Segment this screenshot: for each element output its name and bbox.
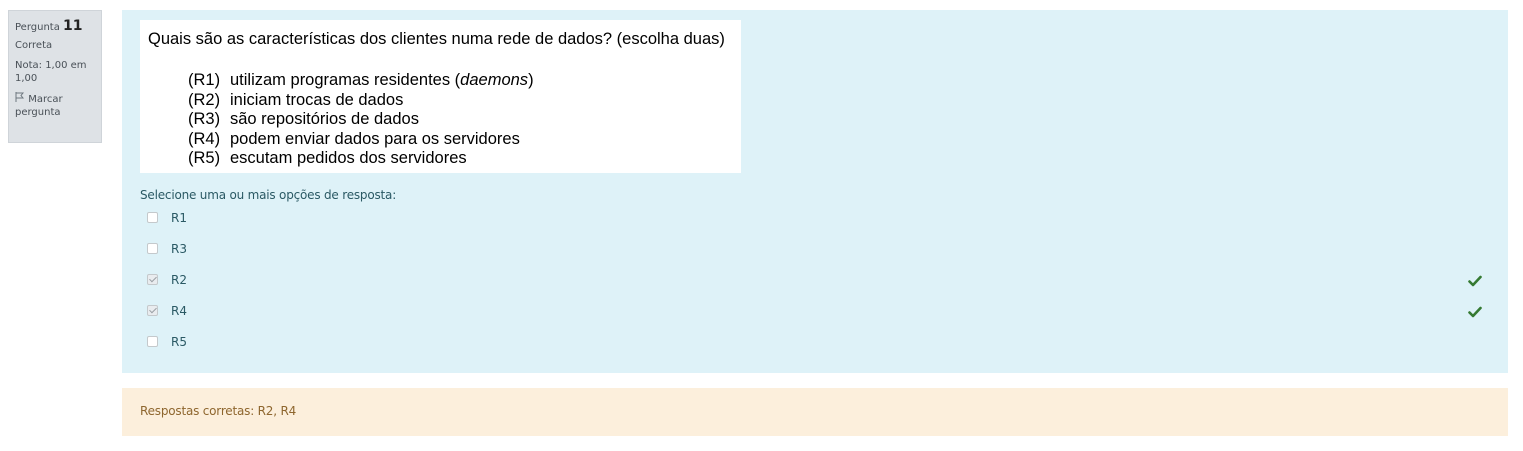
- flag-icon: [15, 92, 25, 106]
- question-info-panel: Pergunta 11 Correta Nota: 1,00 em 1,00 M…: [8, 10, 102, 143]
- question-number: 11: [63, 18, 83, 34]
- correct-check-icon: [1468, 303, 1482, 318]
- flag-question-link[interactable]: Marcar pergunta: [15, 92, 95, 119]
- question-state: Correta: [15, 40, 53, 52]
- question-option-text: iniciam trocas de dados: [230, 90, 404, 109]
- answer-checkbox[interactable]: [147, 243, 158, 254]
- question-option-code: (R1): [188, 71, 221, 89]
- question-options-list: (R1) utilizam programas residentes (daemo…: [188, 71, 534, 169]
- question-option: (R5) escutam pedidos dos servidores: [188, 149, 534, 169]
- question-text-image: Quais são as características dos cliente…: [140, 20, 741, 173]
- answer-checkbox[interactable]: [147, 212, 158, 223]
- question-option-text: são repositórios de dados: [230, 110, 419, 128]
- question-grade: Nota: 1,00 em 1,00: [15, 60, 87, 85]
- answer-checkbox[interactable]: [147, 336, 158, 347]
- question-option: (R3) são repositórios de dados: [188, 110, 534, 130]
- answer-prompt: Selecione uma ou mais opções de resposta…: [140, 188, 397, 202]
- question-option: (R1) utilizam programas residentes (daemo…: [188, 71, 534, 91]
- answer-label: R5: [171, 335, 187, 349]
- question-option-text: podem enviar dados para os servidores: [230, 129, 520, 148]
- answer-label: R1: [171, 211, 187, 225]
- question-option-suffix: ): [528, 71, 534, 89]
- question-option-code: (R4): [188, 129, 221, 148]
- question-option-code: (R2): [188, 90, 221, 109]
- question-option: (R4) podem enviar dados para os servidore…: [188, 130, 534, 150]
- question-option-text: utilizam programas residentes (: [230, 71, 461, 89]
- correct-answer-text: Respostas corretas: R2, R4: [140, 404, 297, 418]
- question-option: (R2) iniciam trocas de dados: [188, 91, 534, 111]
- feedback-box: Respostas corretas: R2, R4: [122, 388, 1508, 436]
- question-option-emphasis: daemons: [460, 71, 529, 89]
- answer-label: R2: [171, 273, 187, 287]
- question-content: Quais são as características dos cliente…: [122, 10, 1508, 373]
- question-option-code: (R3): [188, 110, 221, 128]
- question-option-code: (R5): [188, 149, 221, 167]
- answer-checkbox[interactable]: [147, 274, 158, 285]
- answer-label: R4: [171, 304, 187, 318]
- question-option-text: escutam pedidos dos servidores: [230, 149, 467, 167]
- question-word: Pergunta: [15, 22, 60, 33]
- answer-checkbox[interactable]: [147, 305, 158, 316]
- correct-check-icon: [1468, 272, 1482, 287]
- question-title: Quais são as características dos cliente…: [148, 30, 725, 48]
- answer-label: R3: [171, 242, 187, 256]
- question-number-line: Pergunta 11: [15, 17, 95, 35]
